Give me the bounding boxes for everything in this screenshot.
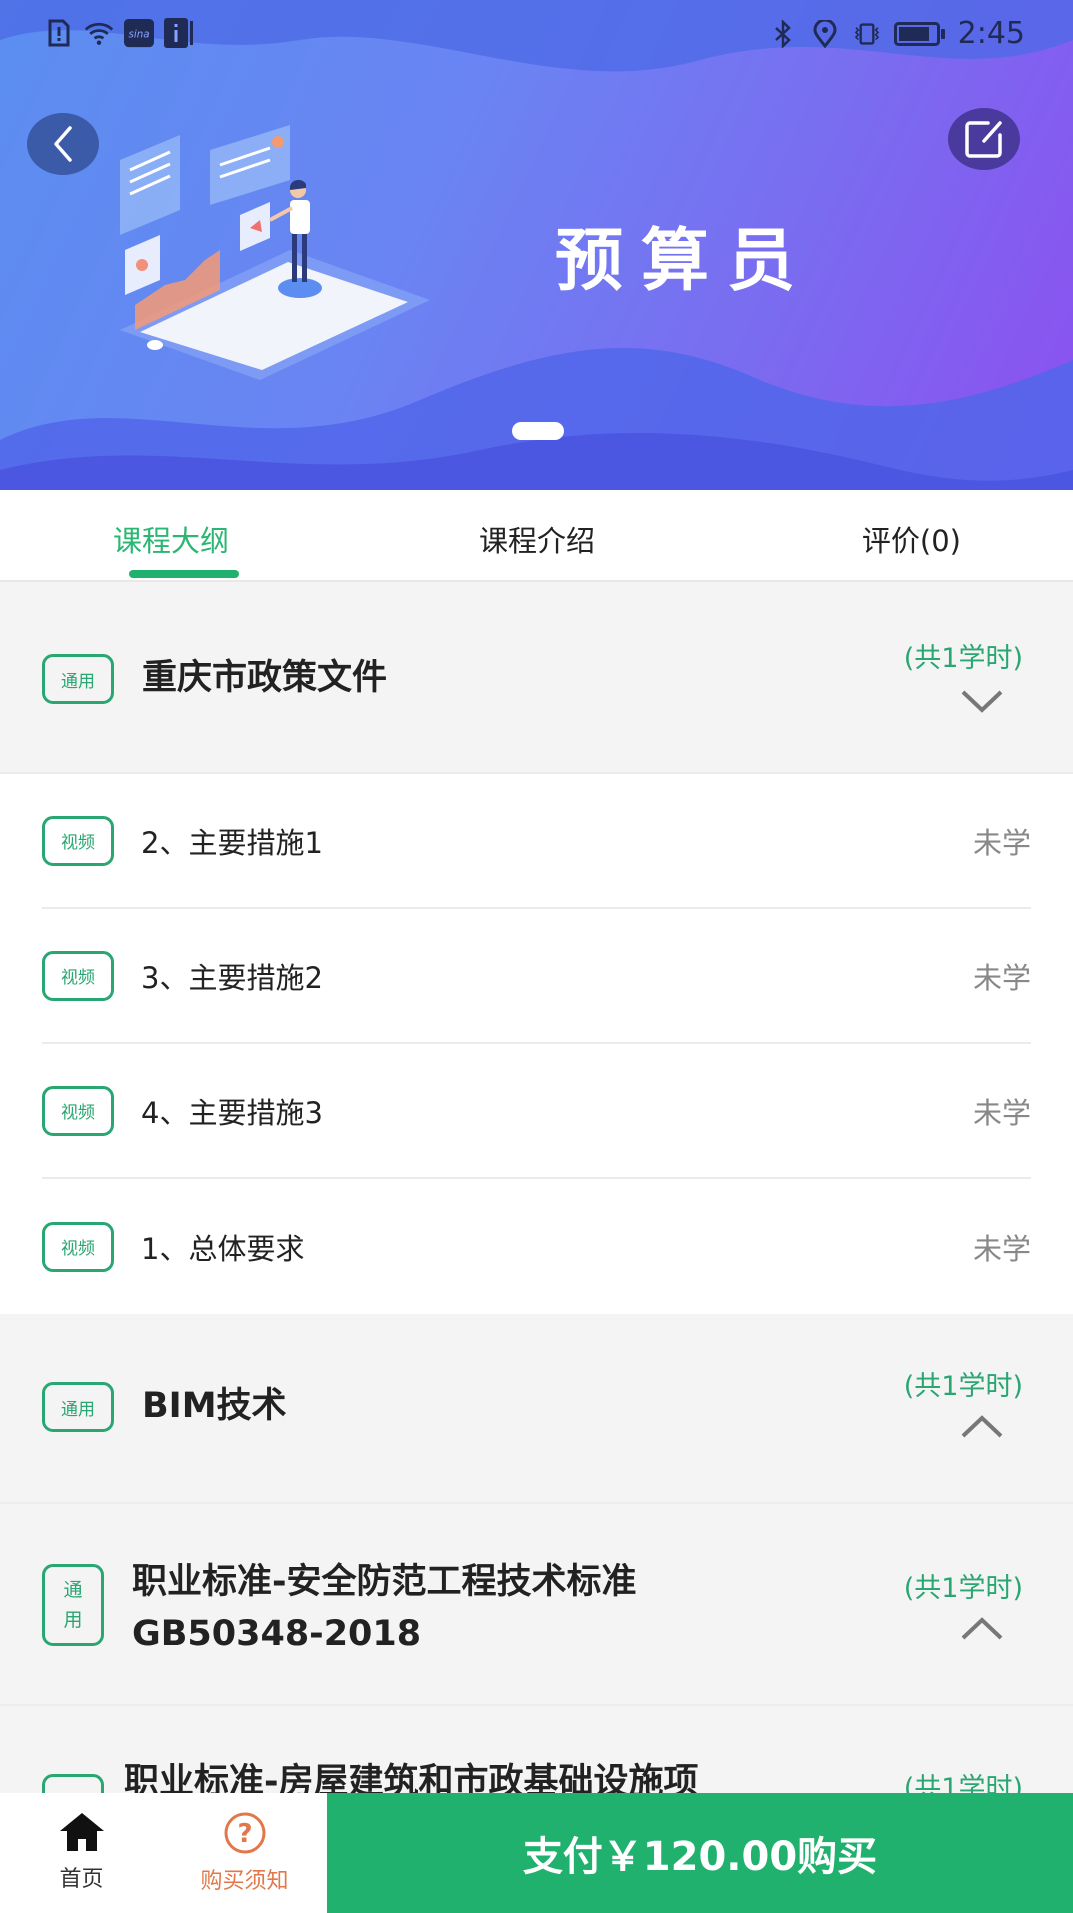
lesson-status: 未学 — [972, 1095, 1031, 1130]
home-button[interactable]: 首页 — [0, 1793, 163, 1913]
tab-label: 评价(0) — [861, 524, 962, 558]
video-tag: 视频 — [42, 1085, 114, 1136]
chapter-hours: (共1学时) — [903, 1371, 1023, 1402]
chapter-header[interactable]: 通 用 职业标准-安全防范工程技术标准 GB50348-2018 (共1学时) — [0, 1504, 1073, 1706]
tab-bar: 课程大纲 课程介绍 评价(0) — [0, 490, 1073, 582]
home-label: 首页 — [59, 1867, 104, 1892]
active-tab-indicator — [129, 570, 239, 578]
syllabus-list: 通用 重庆市政策文件 (共1学时) 视频 2、主要措施1 未学 视频 3、主要措… — [0, 584, 1073, 1886]
chevron-left-icon — [54, 126, 72, 162]
chapter-hours: (共1学时) — [903, 643, 1023, 674]
chevron-down-icon[interactable] — [959, 688, 1005, 714]
lesson-item[interactable]: 视频 2、主要措施1 未学 — [42, 774, 1031, 909]
sim-alert-icon — [44, 18, 74, 48]
svg-text:?: ? — [237, 1819, 252, 1849]
help-circle-icon: ? — [224, 1812, 265, 1854]
chapter-title: 重庆市政策文件 — [142, 658, 388, 698]
tab-syllabus[interactable]: 课程大纲 — [0, 490, 396, 580]
wifi-icon — [84, 18, 114, 48]
chapter-title-line: GB50348-2018 — [132, 1614, 422, 1654]
banner-illustration — [110, 120, 440, 380]
chapter-title: BIM技术 — [142, 1386, 287, 1426]
carousel-indicator[interactable] — [512, 422, 564, 440]
tab-introduction[interactable]: 课程介绍 — [396, 490, 679, 580]
edit-note-button[interactable] — [948, 108, 1020, 170]
bottom-action-bar: 首页 ? 购买须知 支付￥120.00购买 — [0, 1793, 1073, 1913]
chapter-header[interactable]: 通用 重庆市政策文件 (共1学时) — [0, 584, 1073, 774]
vibrate-icon — [852, 19, 882, 49]
chevron-up-icon[interactable] — [959, 1414, 1005, 1440]
tab-reviews[interactable]: 评价(0) — [678, 490, 1073, 580]
location-icon — [810, 19, 840, 49]
lesson-item[interactable]: 视频 3、主要措施2 未学 — [42, 909, 1031, 1044]
lesson-item[interactable]: 视频 1、总体要求 未学 — [42, 1179, 1031, 1314]
lesson-title: 1、总体要求 — [141, 1231, 305, 1266]
chapter-tag: 通用 — [42, 1382, 114, 1432]
back-button[interactable] — [27, 113, 99, 175]
lesson-status: 未学 — [972, 1231, 1031, 1266]
chevron-up-icon[interactable] — [959, 1616, 1005, 1642]
svg-text:sina: sina — [128, 29, 149, 41]
lesson-title: 2、主要措施1 — [141, 825, 323, 860]
chapter-title: 职业标准-安全防范工程技术标准 GB50348-2018 — [132, 1556, 637, 1660]
lesson-status: 未学 — [972, 960, 1031, 995]
video-tag: 视频 — [42, 1221, 114, 1272]
status-bar: sina 2:45 — [0, 0, 1073, 72]
lesson-title: 3、主要措施2 — [141, 960, 323, 995]
video-tag: 视频 — [42, 950, 114, 1001]
battery-icon — [893, 19, 946, 49]
lesson-title: 4、主要措施3 — [141, 1095, 323, 1130]
course-banner[interactable]: sina 2:45 预算员 — [0, 0, 1073, 490]
chapter-header[interactable]: 通用 BIM技术 (共1学时) — [0, 1314, 1073, 1504]
sina-icon: sina — [124, 18, 154, 48]
chapter-hours: (共1学时) — [903, 1573, 1023, 1604]
chapter-title-line: 职业标准-安全防范工程技术标准 — [132, 1562, 637, 1602]
buy-button[interactable]: 支付￥120.00购买 — [327, 1793, 1073, 1913]
chapter-tag-char: 用 — [63, 1609, 83, 1631]
info-icon — [164, 18, 194, 48]
banner-title: 预算员 — [555, 222, 814, 301]
tab-label: 课程介绍 — [479, 524, 596, 558]
chapter-tag: 通 用 — [42, 1564, 104, 1646]
lesson-item[interactable]: 视频 4、主要措施3 未学 — [42, 1044, 1031, 1179]
lesson-status: 未学 — [972, 825, 1031, 860]
lesson-list: 视频 2、主要措施1 未学 视频 3、主要措施2 未学 视频 4、主要措施3 未… — [0, 774, 1073, 1314]
edit-icon — [965, 121, 1002, 158]
chapter-tag-char: 通 — [63, 1579, 83, 1601]
purchase-notice-label: 购买须知 — [200, 1869, 289, 1894]
home-icon — [59, 1813, 104, 1851]
bluetooth-icon — [768, 19, 798, 49]
chapter-tag: 通用 — [42, 654, 114, 704]
purchase-notice-button[interactable]: ? 购买须知 — [163, 1793, 326, 1913]
video-tag: 视频 — [42, 815, 114, 866]
clock: 2:45 — [957, 16, 1025, 51]
